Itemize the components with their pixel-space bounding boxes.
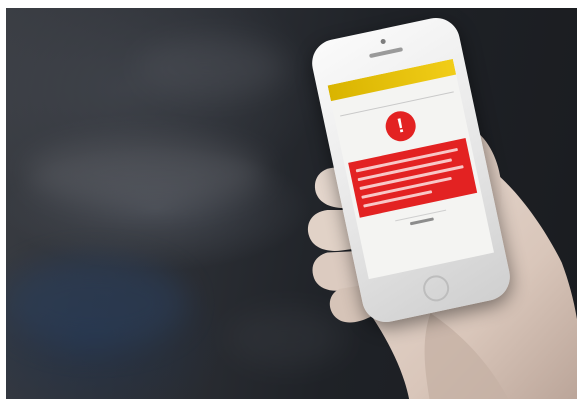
stage: ! <box>0 0 577 399</box>
home-button[interactable] <box>420 272 452 304</box>
dismiss-button[interactable] <box>395 209 449 233</box>
exclamation-alert-icon: ! <box>382 108 419 144</box>
front-camera-icon <box>380 38 387 45</box>
photo: ! <box>6 8 577 399</box>
alert-message-panel <box>348 137 478 218</box>
speaker-grille <box>369 47 404 59</box>
phone-screen: ! <box>327 58 494 280</box>
illegible-button-label <box>409 217 434 226</box>
